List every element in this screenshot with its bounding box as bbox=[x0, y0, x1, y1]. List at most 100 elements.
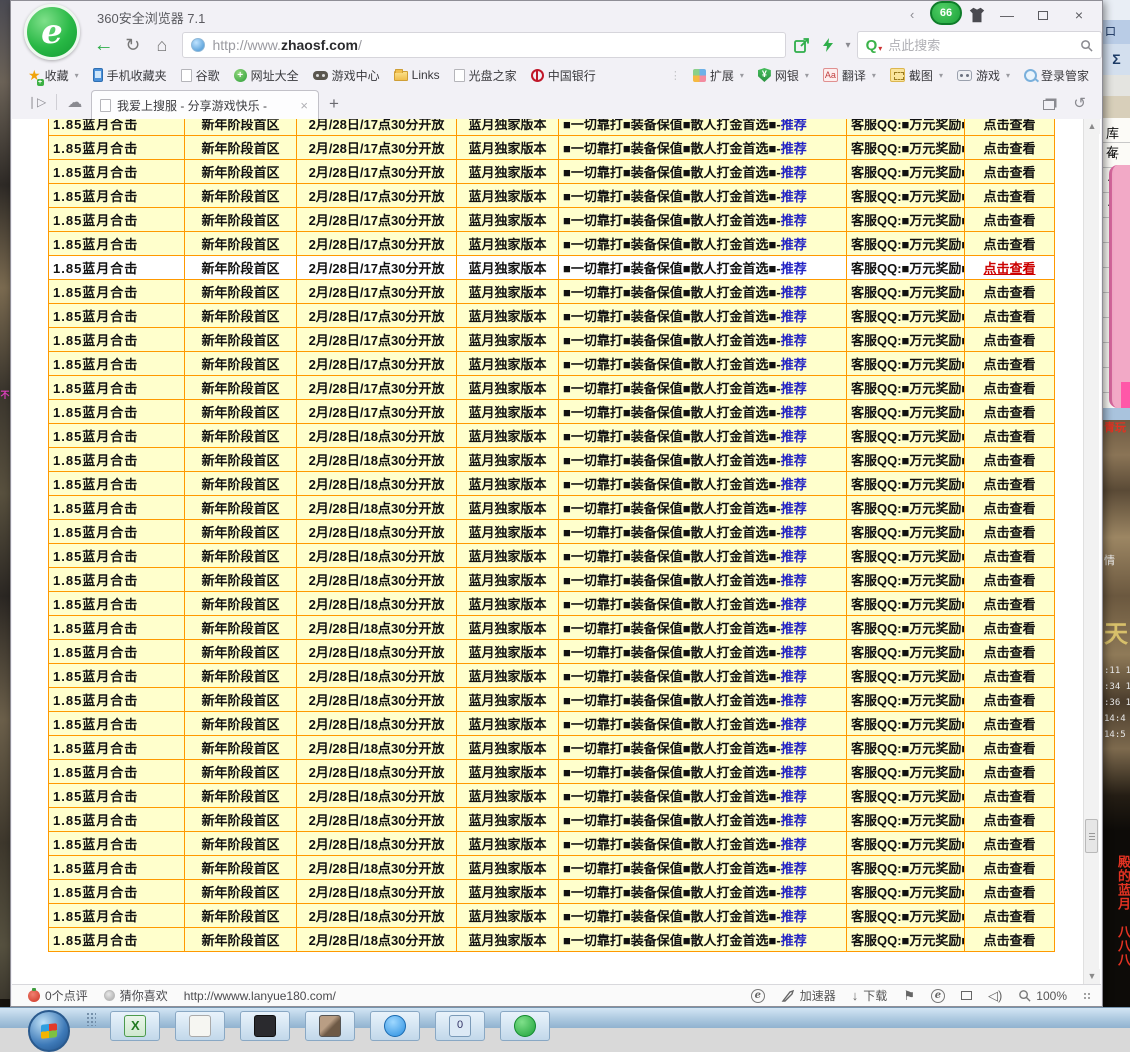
server-table-row[interactable]: 1.85蓝月合击 新年阶段首区 2月/28日/17点30分开放 蓝月独家版本 ■… bbox=[49, 328, 1055, 352]
translate-menu[interactable]: Aa 翻译▾ bbox=[816, 67, 883, 84]
cell-view-link[interactable]: 点击查看 bbox=[965, 256, 1055, 280]
cell-open-time-link[interactable]: 2月/28日/17点30分开放 bbox=[297, 400, 457, 424]
server-table-row[interactable]: 1.85蓝月合击 新年阶段首区 2月/28日/17点30分开放 蓝月独家版本 ■… bbox=[49, 256, 1055, 280]
cell-open-time-link[interactable]: 2月/28日/18点30分开放 bbox=[297, 592, 457, 616]
server-table-row[interactable]: 1.85蓝月合击 新年阶段首区 2月/28日/17点30分开放 蓝月独家版本 ■… bbox=[49, 119, 1055, 136]
cell-view-link[interactable]: 点击查看 bbox=[965, 784, 1055, 808]
search-icon[interactable] bbox=[1080, 39, 1093, 52]
taskbar-item-excel[interactable] bbox=[110, 1011, 160, 1041]
search-input[interactable] bbox=[886, 37, 1080, 54]
server-table-row[interactable]: 1.85蓝月合击 新年阶段首区 2月/28日/18点30分开放 蓝月独家版本 ■… bbox=[49, 664, 1055, 688]
recently-closed-windows-icon[interactable] bbox=[1043, 100, 1055, 110]
recommend-link[interactable]: 推荐 bbox=[781, 885, 807, 900]
games-menu[interactable]: 游戏▾ bbox=[950, 67, 1017, 84]
restore-tab-icon[interactable]: ↺ bbox=[1073, 94, 1086, 112]
recommend-link[interactable]: 推荐 bbox=[781, 909, 807, 924]
cell-open-time-link[interactable]: 2月/28日/17点30分开放 bbox=[297, 208, 457, 232]
recommend-link[interactable]: 推荐 bbox=[781, 285, 807, 300]
chevron-down-icon[interactable]: ▾ bbox=[846, 40, 851, 51]
speaker-icon[interactable]: ◁) bbox=[988, 988, 1002, 1004]
share-icon[interactable] bbox=[794, 37, 810, 53]
recommend-link[interactable]: 推荐 bbox=[781, 501, 807, 516]
speed-boost-icon[interactable] bbox=[820, 37, 836, 53]
taskbar-item-qq[interactable] bbox=[370, 1011, 420, 1041]
cell-view-link[interactable]: 点击查看 bbox=[965, 496, 1055, 520]
cell-view-link[interactable]: 点击查看 bbox=[965, 424, 1055, 448]
recommend-link[interactable]: 推荐 bbox=[781, 717, 807, 732]
cell-open-time-link[interactable]: 2月/28日/18点30分开放 bbox=[297, 904, 457, 928]
server-table-row[interactable]: 1.85蓝月合击 新年阶段首区 2月/28日/18点30分开放 蓝月独家版本 ■… bbox=[49, 640, 1055, 664]
minimize-button[interactable]: — bbox=[992, 4, 1022, 26]
server-table-row[interactable]: 1.85蓝月合击 新年阶段首区 2月/28日/18点30分开放 蓝月独家版本 ■… bbox=[49, 424, 1055, 448]
scroll-up-arrow-icon[interactable]: ▲ bbox=[1084, 119, 1100, 134]
cell-view-link[interactable]: 点击查看 bbox=[965, 760, 1055, 784]
server-table-row[interactable]: 1.85蓝月合击 新年阶段首区 2月/28日/17点30分开放 蓝月独家版本 ■… bbox=[49, 184, 1055, 208]
cell-open-time-link[interactable]: 2月/28日/17点30分开放 bbox=[297, 376, 457, 400]
cell-open-time-link[interactable]: 2月/28日/18点30分开放 bbox=[297, 424, 457, 448]
recommend-link[interactable]: 推荐 bbox=[781, 357, 807, 372]
autosum-icon[interactable]: Σ bbox=[1103, 44, 1130, 75]
maximize-button[interactable] bbox=[1028, 4, 1058, 26]
recommend-link[interactable]: 推荐 bbox=[781, 453, 807, 468]
cell-open-time-link[interactable]: 2月/28日/17点30分开放 bbox=[297, 352, 457, 376]
server-table-row[interactable]: 1.85蓝月合击 新年阶段首区 2月/28日/18点30分开放 蓝月独家版本 ■… bbox=[49, 592, 1055, 616]
cell-open-time-link[interactable]: 2月/28日/18点30分开放 bbox=[297, 856, 457, 880]
zoom-control[interactable]: 100% bbox=[1018, 989, 1067, 1003]
cell-open-time-link[interactable]: 2月/28日/17点30分开放 bbox=[297, 280, 457, 304]
cell-view-link[interactable]: 点击查看 bbox=[965, 160, 1055, 184]
back-button[interactable]: ← bbox=[89, 34, 118, 57]
cell-open-time-link[interactable]: 2月/28日/18点30分开放 bbox=[297, 496, 457, 520]
server-table-row[interactable]: 1.85蓝月合击 新年阶段首区 2月/28日/18点30分开放 蓝月独家版本 ■… bbox=[49, 520, 1055, 544]
cell-view-link[interactable]: 点击查看 bbox=[965, 472, 1055, 496]
bookmark-site-directory[interactable]: + 网址大全 bbox=[227, 67, 306, 84]
taskbar-item-notepad[interactable] bbox=[175, 1011, 225, 1041]
cloud-sync-icon[interactable]: ☁ bbox=[67, 93, 82, 111]
taskbar-item-photo[interactable] bbox=[305, 1011, 355, 1041]
recommend-link[interactable]: 推荐 bbox=[781, 189, 807, 204]
scrollbar-thumb[interactable] bbox=[1085, 819, 1098, 853]
recommend-link[interactable]: 推荐 bbox=[781, 381, 807, 396]
bookmark-links-folder[interactable]: Links bbox=[387, 68, 447, 82]
search-engine-icon[interactable]: Q bbox=[866, 37, 878, 54]
recommend-link[interactable]: 推荐 bbox=[781, 669, 807, 684]
close-button[interactable]: × bbox=[1064, 4, 1094, 26]
cell-open-time-link[interactable]: 2月/28日/18点30分开放 bbox=[297, 928, 457, 952]
server-table-row[interactable]: 1.85蓝月合击 新年阶段首区 2月/28日/18点30分开放 蓝月独家版本 ■… bbox=[49, 448, 1055, 472]
cell-view-link[interactable]: 点击查看 bbox=[965, 856, 1055, 880]
bookmark-bank-of-china[interactable]: 中国银行 bbox=[524, 67, 603, 84]
server-table-row[interactable]: 1.85蓝月合击 新年阶段首区 2月/28日/18点30分开放 蓝月独家版本 ■… bbox=[49, 568, 1055, 592]
recommend-link[interactable]: 推荐 bbox=[781, 573, 807, 588]
recommend-link[interactable]: 推荐 bbox=[781, 645, 807, 660]
cell-view-link[interactable]: 点击查看 bbox=[965, 184, 1055, 208]
cell-open-time-link[interactable]: 2月/28日/18点30分开放 bbox=[297, 616, 457, 640]
server-table-row[interactable]: 1.85蓝月合击 新年阶段首区 2月/28日/17点30分开放 蓝月独家版本 ■… bbox=[49, 352, 1055, 376]
scroll-down-arrow-icon[interactable]: ▼ bbox=[1084, 969, 1100, 984]
cell-open-time-link[interactable]: 2月/28日/18点30分开放 bbox=[297, 784, 457, 808]
cell-open-time-link[interactable]: 2月/28日/18点30分开放 bbox=[297, 688, 457, 712]
server-table-row[interactable]: 1.85蓝月合击 新年阶段首区 2月/28日/18点30分开放 蓝月独家版本 ■… bbox=[49, 880, 1055, 904]
cell-view-link[interactable]: 点击查看 bbox=[965, 232, 1055, 256]
recommend-link[interactable]: 推荐 bbox=[781, 597, 807, 612]
cell-open-time-link[interactable]: 2月/28日/18点30分开放 bbox=[297, 544, 457, 568]
cell-open-time-link[interactable]: 2月/28日/18点30分开放 bbox=[297, 832, 457, 856]
cell-view-link[interactable]: 点击查看 bbox=[965, 208, 1055, 232]
server-table-row[interactable]: 1.85蓝月合击 新年阶段首区 2月/28日/18点30分开放 蓝月独家版本 ■… bbox=[49, 496, 1055, 520]
bookmark-google[interactable]: 谷歌 bbox=[174, 67, 227, 84]
cell-open-time-link[interactable]: 2月/28日/17点30分开放 bbox=[297, 232, 457, 256]
bookmark-disc-home[interactable]: 光盘之家 bbox=[447, 67, 524, 84]
recommend-link[interactable]: 推荐 bbox=[781, 237, 807, 252]
cell-view-link[interactable]: 点击查看 bbox=[965, 832, 1055, 856]
recommend-link[interactable]: 推荐 bbox=[781, 119, 807, 132]
recommend-link[interactable]: 推荐 bbox=[781, 549, 807, 564]
download-button[interactable]: ↓ 下载 bbox=[852, 987, 888, 1004]
new-tab-button[interactable]: + bbox=[329, 94, 339, 114]
cell-view-link[interactable]: 点击查看 bbox=[965, 520, 1055, 544]
taskbar-item-image-viewer[interactable] bbox=[240, 1011, 290, 1041]
recommend-link[interactable]: 推荐 bbox=[781, 165, 807, 180]
sidebar-toggle-icon[interactable]: ❘▷ bbox=[27, 95, 46, 109]
server-table-row[interactable]: 1.85蓝月合击 新年阶段首区 2月/28日/18点30分开放 蓝月独家版本 ■… bbox=[49, 808, 1055, 832]
server-table-row[interactable]: 1.85蓝月合击 新年阶段首区 2月/28日/18点30分开放 蓝月独家版本 ■… bbox=[49, 712, 1055, 736]
cell-open-time-link[interactable]: 2月/28日/18点30分开放 bbox=[297, 760, 457, 784]
online-banking-menu[interactable]: ¥ 网银▾ bbox=[751, 67, 816, 84]
recommend-link[interactable]: 推荐 bbox=[781, 477, 807, 492]
